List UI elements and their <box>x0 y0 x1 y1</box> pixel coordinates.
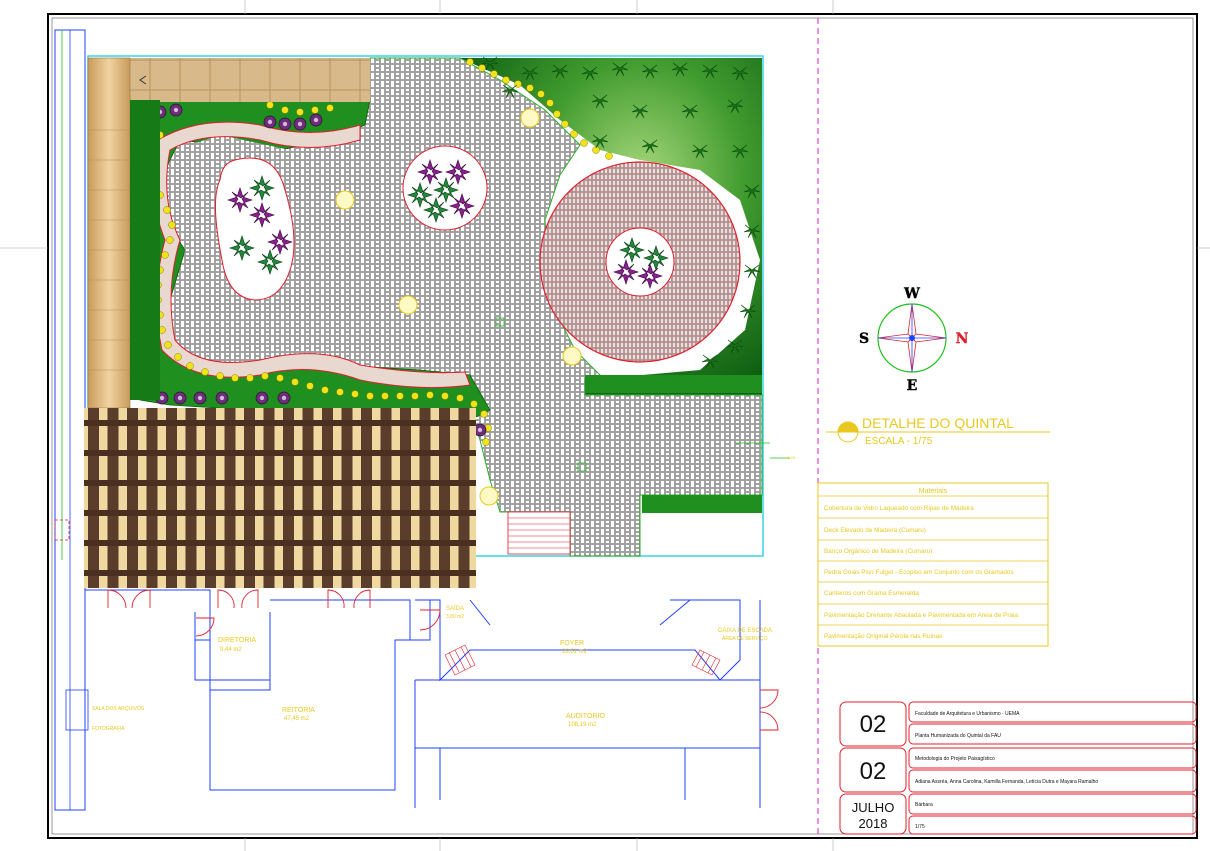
compass-west-label: W <box>903 286 920 302</box>
landscape-plan-sheet: +0,00 DIRETORIA 9,44 m2 REITORIA 47,45 m… <box>0 0 1210 851</box>
north-compass <box>877 303 947 373</box>
professor: Bárbara <box>915 802 933 808</box>
room-area: FOTOGRAFIA <box>92 726 125 732</box>
room-name: AUDITÓRIO <box>566 711 605 720</box>
compass-east-label: E <box>907 378 918 394</box>
room-name: FOYER <box>560 640 584 647</box>
pergola-slat <box>185 408 197 588</box>
room-name: DIRETORIA <box>218 637 256 644</box>
date-month: JULHO <box>852 800 895 815</box>
legend-heading: Materiais <box>919 488 948 495</box>
authors: Adiana Assréa, Anna Carolina, Kamilla Fe… <box>915 779 1098 785</box>
legend-item: Pavimentação Drenante Abaulada e Pavimen… <box>824 612 1018 619</box>
left-building-strip <box>54 29 89 811</box>
building-floor-plan <box>84 589 761 808</box>
course-name: Metodologia do Projeto Paisagístico <box>915 756 995 762</box>
pergola-slat <box>244 408 255 588</box>
pergola-slat <box>458 408 470 588</box>
pergola-slat <box>224 408 236 588</box>
legend-item: Pavimentação Original Pérola nas Ruinas <box>824 633 942 640</box>
room-area: 28,61 m2 <box>562 649 588 655</box>
planter-strip-right <box>585 375 762 393</box>
pergola-slat <box>322 408 333 588</box>
room-name: REITORIA <box>282 707 315 714</box>
pergola-slat <box>146 408 158 588</box>
wood-deck-side <box>87 57 131 409</box>
project-name: Planta Humanizada do Quintal da FAU <box>915 733 1001 739</box>
compass-south-label: S <box>859 331 869 347</box>
planter-strip-bottom <box>642 495 762 513</box>
legend-item: Cobertura de Vidro Laqueado com Ripas de… <box>824 505 974 512</box>
sheet-total: 02 <box>860 758 887 785</box>
grass-strip-left <box>130 100 160 400</box>
pergola-slat <box>302 408 314 588</box>
date-year: 2018 <box>859 816 888 831</box>
legend-item: Banco Orgânico de Madeira (Cumaru) <box>824 548 932 555</box>
room-name: SAÍDA <box>446 605 464 612</box>
circular-plaza-center-bed <box>605 227 675 297</box>
institution-name: Faculdade de Arquitetura e Urbanismo - U… <box>915 711 1020 717</box>
room-area: 3,80 m2 <box>446 614 464 620</box>
legend-item: Deck Elevado de Madeira (Cumaru) <box>824 527 926 534</box>
room-area: 9,44 m2 <box>220 647 242 653</box>
room-area: ÁREA DE SERVIÇO <box>722 635 768 642</box>
pergola-slat <box>205 408 216 588</box>
pergola-slat <box>166 408 177 588</box>
level-label: +0,00 <box>785 455 796 460</box>
flower-bed-center <box>402 145 488 231</box>
drawing-scale: ESCALA - 1/75 <box>865 436 933 447</box>
room-name: SALA DOS ARQUIVOS <box>92 706 145 712</box>
title-block-scale: 1/75 <box>915 824 925 830</box>
pergola-slat <box>127 408 138 588</box>
pergola-slat <box>263 408 275 588</box>
room-labels: DIRETORIA 9,44 m2 REITORIA 47,45 m2 FOYE… <box>92 605 772 732</box>
room-area: 108,19 m2 <box>568 722 597 728</box>
compass-north-label: N <box>956 331 969 347</box>
pergola <box>84 408 476 588</box>
pergola-slat <box>283 408 294 588</box>
pergola-slat <box>341 408 353 588</box>
pergola-slat <box>419 408 431 588</box>
room-area: 47,45 m2 <box>284 716 310 722</box>
legend-item: Pedra Goiás Piso Fulget - Ecopiso em Con… <box>824 569 1014 576</box>
sheet-number: 02 <box>860 711 887 738</box>
pergola-slat <box>107 408 119 588</box>
pergola-slat <box>361 408 372 588</box>
pergola-slat <box>400 408 411 588</box>
drawing-title: DETALHE DO QUINTAL <box>862 415 1014 431</box>
pergola-slat <box>380 408 392 588</box>
pergola-slat <box>439 408 450 588</box>
wood-deck-top <box>88 58 370 102</box>
pergola-slat <box>88 408 99 588</box>
room-name: CAIXA DE ESCADA <box>718 628 772 634</box>
legend-item: Canteiros com Grama Esmeralda <box>824 590 919 597</box>
